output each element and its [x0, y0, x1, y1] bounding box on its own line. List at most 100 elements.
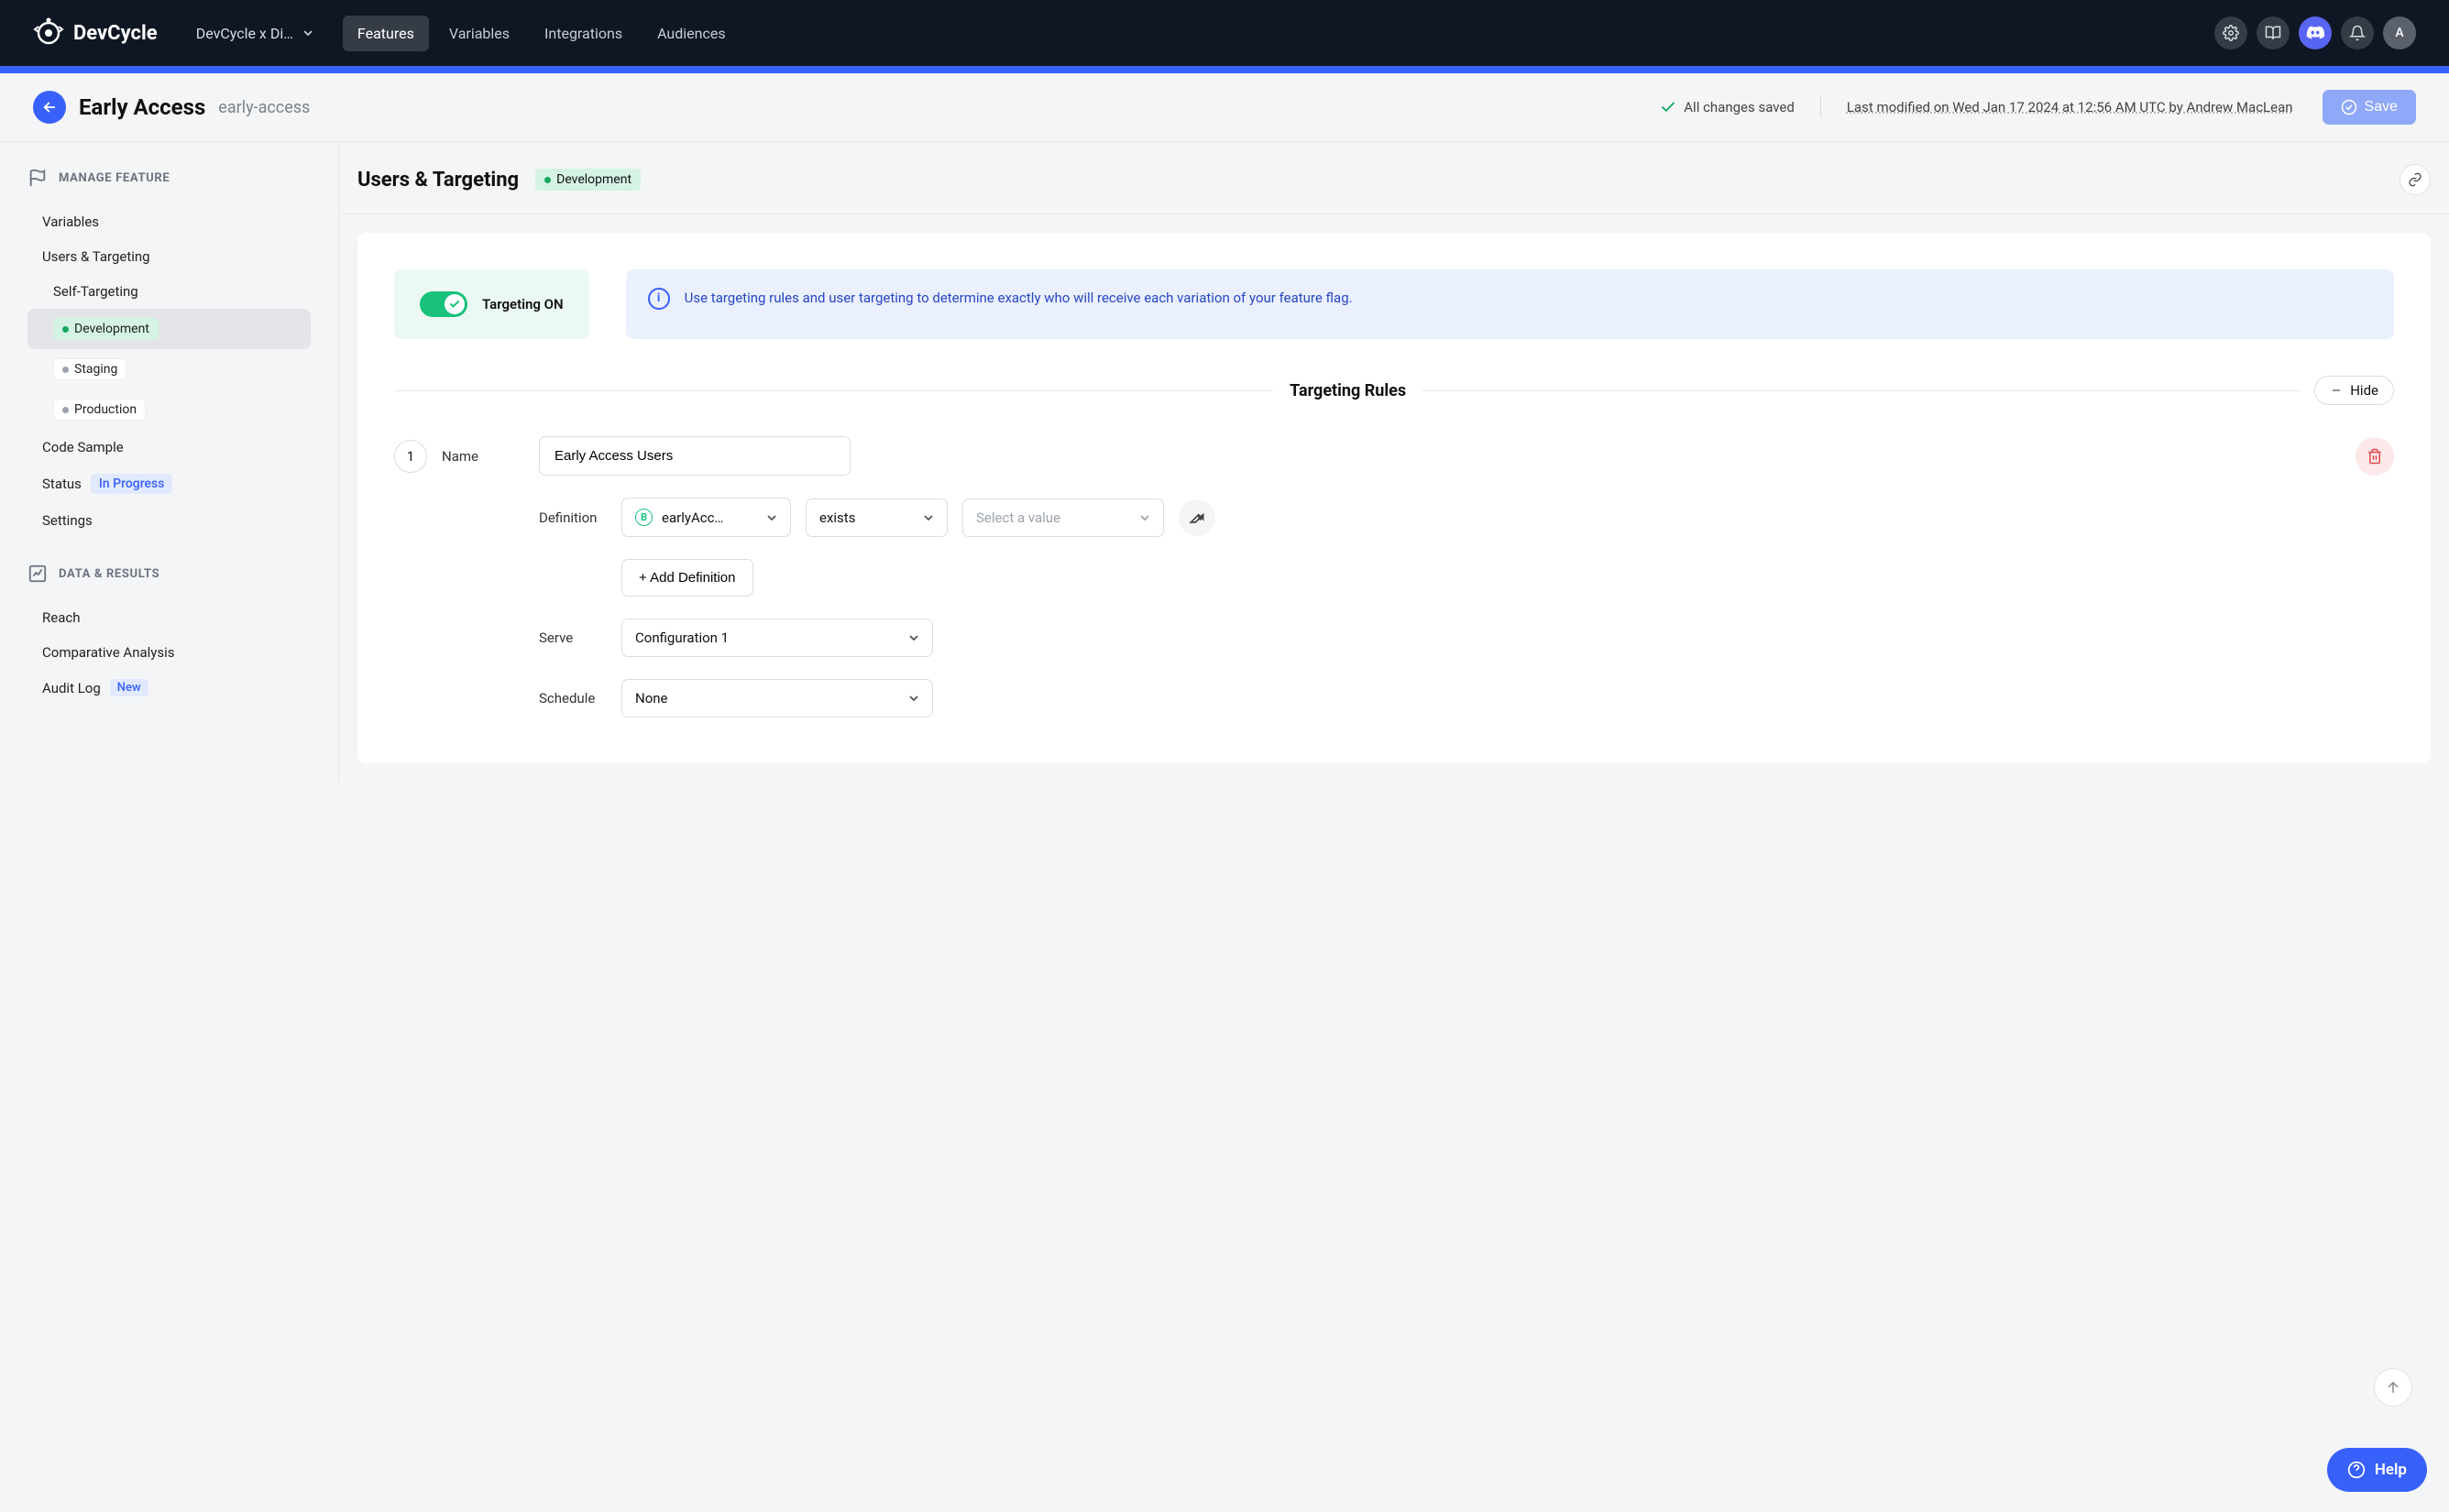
sidebar-section-data: DATA & RESULTS: [27, 564, 311, 584]
sidebar-comparative[interactable]: Comparative Analysis: [27, 635, 311, 670]
divider: [1820, 96, 1821, 118]
sidebar-users-targeting[interactable]: Users & Targeting: [27, 239, 311, 274]
link-icon: [2408, 172, 2422, 187]
add-definition-button[interactable]: + Add Definition: [621, 559, 753, 597]
save-button[interactable]: Save: [2323, 90, 2416, 125]
last-modified[interactable]: Last modified on Wed Jan 17 2024 at 12:5…: [1847, 99, 2293, 115]
chevron-down-icon: [766, 512, 777, 523]
logo-text: DevCycle: [73, 22, 158, 45]
settings-icon[interactable]: [2214, 16, 2247, 49]
project-selector[interactable]: DevCycle x Di…: [185, 17, 324, 49]
check-icon: [449, 299, 460, 310]
logo[interactable]: DevCycle: [33, 17, 158, 49]
definition-operator-select[interactable]: exists: [806, 499, 948, 537]
sidebar-self-targeting[interactable]: Self-Targeting: [27, 274, 311, 309]
sidebar-section-manage: MANAGE FEATURE: [27, 168, 311, 188]
sidebar-production[interactable]: Production: [27, 389, 311, 430]
erase-icon: [1188, 509, 1206, 527]
minus-icon: [2330, 384, 2343, 397]
sidebar-code-sample[interactable]: Code Sample: [27, 430, 311, 465]
back-button[interactable]: [33, 91, 66, 124]
chevron-down-icon: [908, 632, 919, 643]
chevron-down-icon: [908, 693, 919, 704]
targeting-label: Targeting ON: [482, 296, 564, 312]
new-badge: New: [110, 679, 148, 696]
sidebar-audit-log[interactable]: Audit Log New: [27, 670, 311, 706]
sidebar-settings[interactable]: Settings: [27, 503, 311, 538]
body: MANAGE FEATURE Variables Users & Targeti…: [0, 142, 2449, 782]
sidebar-reach[interactable]: Reach: [27, 600, 311, 635]
arrow-up-icon: [2385, 1379, 2401, 1396]
nav-icons: A: [2214, 16, 2416, 49]
check-circle-icon: [2341, 99, 2357, 115]
dot-icon: [62, 407, 69, 413]
delete-rule-button[interactable]: [2356, 437, 2394, 476]
main: Users & Targeting Development Targeting …: [339, 142, 2449, 782]
scroll-top-button[interactable]: [2374, 1368, 2412, 1407]
nav-integrations[interactable]: Integrations: [530, 16, 637, 51]
chevron-down-icon: [1139, 512, 1150, 523]
boolean-type-icon: B: [635, 509, 653, 526]
devcycle-logo-icon: [33, 17, 64, 49]
name-label: Name: [442, 448, 524, 465]
info-box: i Use targeting rules and user targeting…: [626, 269, 2394, 339]
serve-label: Serve: [539, 630, 607, 646]
sidebar-staging[interactable]: Staging: [27, 349, 311, 389]
definition-value-select[interactable]: Select a value: [962, 499, 1164, 537]
definition-label: Definition: [539, 509, 607, 526]
remove-definition-button[interactable]: [1179, 499, 1215, 536]
arrow-left-icon: [41, 99, 58, 115]
dot-icon: [62, 367, 69, 373]
avatar[interactable]: A: [2383, 16, 2416, 49]
schedule-label: Schedule: [539, 690, 607, 707]
feature-key: early-access: [218, 98, 310, 117]
rule: 1 Name Definition B earlyAcc…: [394, 436, 2394, 718]
sidebar: MANAGE FEATURE Variables Users & Targeti…: [0, 142, 339, 782]
info-icon: i: [648, 288, 670, 310]
dot-green-icon: [62, 326, 69, 333]
save-label: Save: [2365, 99, 2398, 115]
trash-icon: [2367, 448, 2383, 465]
project-name: DevCycle x Di…: [196, 25, 293, 42]
sidebar-status[interactable]: Status In Progress: [27, 465, 311, 503]
targeting-toggle-box: Targeting ON: [394, 269, 589, 339]
serve-select[interactable]: Configuration 1: [621, 619, 933, 657]
rule-name-input[interactable]: [539, 436, 851, 476]
bell-icon[interactable]: [2341, 16, 2374, 49]
rules-header: Targeting Rules Hide: [394, 376, 2394, 405]
sidebar-variables[interactable]: Variables: [27, 204, 311, 239]
nav-audiences[interactable]: Audiences: [642, 16, 741, 51]
copy-link-button[interactable]: [2400, 164, 2431, 195]
status-pill: In Progress: [91, 474, 173, 494]
saved-text: All changes saved: [1684, 99, 1795, 115]
saved-indicator: All changes saved: [1660, 99, 1795, 115]
schedule-select[interactable]: None: [621, 679, 933, 718]
chevron-down-icon: [923, 512, 934, 523]
nav-tabs: Features Variables Integrations Audience…: [343, 16, 741, 51]
help-button[interactable]: Help: [2327, 1448, 2427, 1492]
chart-icon: [27, 564, 48, 584]
nav-features[interactable]: Features: [343, 16, 429, 51]
info-text: Use targeting rules and user targeting t…: [685, 288, 1353, 309]
targeting-card: Targeting ON i Use targeting rules and u…: [357, 233, 2431, 763]
nav-variables[interactable]: Variables: [434, 16, 524, 51]
flag-icon: [27, 168, 48, 188]
discord-icon[interactable]: [2299, 16, 2332, 49]
sidebar-development[interactable]: Development: [27, 309, 311, 349]
main-title: Users & Targeting: [357, 169, 519, 192]
help-icon: [2347, 1461, 2366, 1479]
hide-button[interactable]: Hide: [2314, 376, 2394, 405]
rule-number: 1: [394, 440, 427, 473]
main-header: Users & Targeting Development: [339, 142, 2449, 214]
definition-variable-select[interactable]: B earlyAcc…: [621, 498, 791, 537]
toggle-knob: [445, 294, 465, 314]
rules-title: Targeting Rules: [1273, 381, 1422, 400]
docs-icon[interactable]: [2257, 16, 2290, 49]
env-pill: Development: [535, 169, 641, 191]
accent-strip: [0, 66, 2449, 73]
feature-header: Early Access early-access All changes sa…: [0, 73, 2449, 142]
check-icon: [1660, 99, 1676, 115]
top-nav: DevCycle DevCycle x Di… Features Variabl…: [0, 0, 2449, 66]
feature-title: Early Access: [79, 94, 205, 120]
targeting-toggle[interactable]: [420, 291, 467, 317]
